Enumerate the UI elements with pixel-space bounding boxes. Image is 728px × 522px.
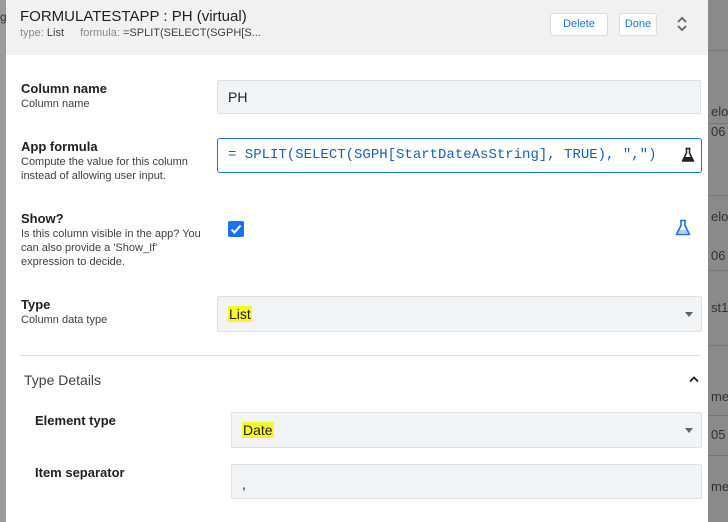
background-divider — [708, 455, 728, 456]
item-separator-label: Item separator — [35, 465, 125, 480]
type-select-value: List — [228, 306, 252, 322]
dropdown-arrow-icon — [685, 312, 693, 317]
dialog-title: FORMULATESTAPP : PH (virtual) — [20, 8, 247, 25]
column-name-label: Column name — [21, 81, 107, 96]
app-formula-input[interactable]: = SPLIT(SELECT(SGPH[StartDateAsString], … — [217, 138, 702, 173]
done-button[interactable]: Done — [619, 13, 657, 36]
column-editor-dialog: FORMULATESTAPP : PH (virtual) type: List… — [6, 0, 708, 522]
item-separator-field[interactable]: , — [231, 464, 702, 499]
type-label: Type — [21, 297, 51, 312]
type-select[interactable]: List — [217, 296, 702, 332]
background-text: 06 — [711, 248, 726, 263]
checkmark-icon — [230, 224, 242, 234]
column-name-field[interactable]: PH — [217, 80, 701, 114]
delete-button[interactable]: Delete — [550, 13, 608, 36]
element-type-select[interactable]: Date — [231, 412, 702, 448]
dropdown-arrow-icon — [685, 428, 693, 433]
app-formula-label: App formula — [21, 139, 98, 154]
element-type-label: Element type — [35, 413, 116, 428]
background-divider — [708, 50, 728, 51]
type-help: Column data type — [21, 314, 108, 326]
app-formula-help: Compute the value for this column instea… — [21, 156, 188, 182]
type-details-title: Type Details — [24, 372, 102, 388]
flask-icon[interactable] — [681, 147, 695, 163]
element-type-value: Date — [242, 422, 274, 438]
background-divider — [708, 195, 728, 196]
formula-meta-label: formula: — [80, 27, 120, 39]
show-help: Is this column visible in the app? You c… — [21, 228, 201, 268]
chevron-up-icon[interactable] — [688, 375, 700, 383]
background-text: me — [711, 479, 728, 494]
column-name-help: Column name — [21, 98, 90, 110]
background-text: elo — [711, 209, 728, 224]
type-meta-value: List — [46, 27, 65, 39]
background-text: st1 — [711, 300, 728, 315]
formula-meta-value: =SPLIT(SELECT(SGPH[S... — [122, 27, 261, 39]
dialog-subtitle: type: List formula: =SPLIT(SELECT(SGPH[S… — [20, 27, 261, 39]
app-formula-text: = SPLIT(SELECT(SGPH[StartDateAsString], … — [228, 147, 657, 163]
unfold-more-icon[interactable] — [676, 15, 688, 33]
section-divider — [20, 355, 701, 356]
background-text: me — [711, 389, 728, 404]
background-text: 05 — [711, 427, 726, 442]
show-label: Show? — [21, 211, 64, 226]
show-checkbox[interactable] — [228, 221, 244, 237]
dialog-header: FORMULATESTAPP : PH (virtual) type: List… — [6, 0, 708, 55]
background-divider — [708, 345, 728, 346]
flask-icon[interactable] — [675, 219, 691, 236]
type-meta-label: type: — [20, 27, 44, 39]
background-divider — [708, 270, 728, 271]
background-text: 06 — [711, 124, 726, 139]
background-divider — [708, 415, 728, 416]
background-text: elo — [711, 104, 728, 119]
